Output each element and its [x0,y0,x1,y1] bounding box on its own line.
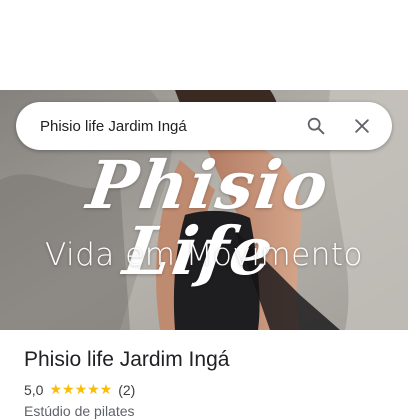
search-bar [16,102,392,150]
place-category[interactable]: Estúdio de pilates [24,402,135,420]
rating-row: 5,0 ★★★★★ (2) [24,381,135,399]
place-title: Phisio life Jardim Ingá [24,348,230,371]
place-panel: Phisio Life Vida em Movimento Phisio lif… [0,0,408,420]
review-count-link[interactable]: (2) [118,382,135,398]
star-rating-icon: ★★★★★ [49,382,113,398]
close-icon [355,119,369,133]
rating-value: 5,0 [24,382,44,398]
logo-tagline-text: Vida em Movimento [44,237,363,273]
close-button[interactable] [342,106,382,146]
search-icon [307,117,325,135]
search-button[interactable] [296,106,336,146]
search-input[interactable] [40,114,296,138]
